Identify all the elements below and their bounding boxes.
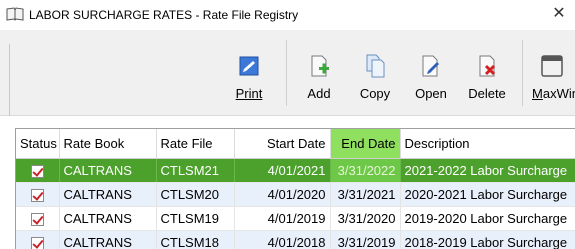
column-header-rate-file[interactable]: Rate File (156, 129, 235, 159)
toolbar-separator (286, 40, 287, 106)
rate-file-cell: CTLSM19 (156, 206, 235, 231)
column-header-status[interactable]: Status (16, 129, 60, 159)
status-checkbox[interactable] (30, 212, 44, 226)
print-button[interactable]: Print (226, 48, 272, 106)
rate-file-cell: CTLSM20 (156, 182, 235, 207)
table-row[interactable]: CALTRANS CTLSM19 4/01/2019 3/31/2020 201… (16, 206, 575, 231)
rate-book-cell: CALTRANS (59, 230, 157, 249)
table-row[interactable]: CALTRANS CTLSM20 4/01/2020 3/31/2021 202… (16, 182, 575, 207)
column-header-description[interactable]: Description (400, 129, 575, 159)
title-bar: LABOR SURCHARGE RATES - Rate File Regist… (0, 0, 575, 30)
description-cell: 2019-2020 Labor Surcharge (400, 206, 575, 231)
status-checkbox[interactable] (30, 188, 44, 202)
toolbar-left-border (9, 44, 10, 116)
start-date-cell: 4/01/2018 (234, 230, 331, 249)
copy-documents-icon (366, 54, 385, 78)
description-cell: 2020-2021 Labor Surcharge (400, 182, 575, 207)
end-date-cell: 3/31/2021 (330, 182, 401, 207)
rate-file-table: Status Rate Book Rate File Start Date En… (16, 129, 575, 249)
column-header-end-date[interactable]: End Date (330, 129, 401, 159)
print-label: Print (226, 86, 272, 101)
maxwin-label-rest: axWin (542, 86, 575, 101)
description-cell: 2018-2019 Labor Surcharge (400, 230, 575, 249)
start-date-cell: 4/01/2020 (234, 182, 331, 207)
status-cell[interactable] (16, 182, 60, 207)
column-header-rate-book[interactable]: Rate Book (59, 129, 157, 159)
status-checkbox[interactable] (30, 236, 44, 249)
delete-button[interactable]: Delete (464, 48, 510, 106)
print-icon (239, 56, 259, 76)
rate-book-cell: CALTRANS (59, 206, 157, 231)
toolbar-separator (522, 40, 523, 106)
start-date-cell: 4/01/2019 (234, 206, 331, 231)
maximize-window-icon (540, 55, 563, 77)
description-cell: 2021-2022 Labor Surcharge (400, 158, 575, 183)
rate-file-cell: CTLSM21 (156, 158, 235, 183)
add-button[interactable]: Add (296, 48, 342, 106)
rate-book-cell: CALTRANS (59, 182, 157, 207)
add-label: Add (307, 86, 331, 101)
window-title: LABOR SURCHARGE RATES - Rate File Regist… (29, 8, 299, 22)
end-date-cell: 3/31/2020 (330, 206, 401, 231)
open-document-icon (422, 55, 439, 77)
book-icon (6, 7, 24, 21)
start-date-cell: 4/01/2021 (234, 158, 331, 183)
close-button[interactable]: ✕ (548, 4, 570, 26)
end-date-cell: 3/31/2022 (330, 158, 401, 183)
status-cell[interactable] (16, 206, 60, 231)
status-checkbox[interactable] (30, 164, 44, 178)
table-header-row: Status Rate Book Rate File Start Date En… (16, 129, 575, 159)
rate-book-cell: CALTRANS (59, 158, 157, 183)
end-date-cell: 3/31/2019 (330, 230, 401, 249)
table-row[interactable]: CALTRANS CTLSM18 4/01/2018 3/31/2019 201… (16, 230, 575, 249)
copy-label: Copy (359, 86, 391, 101)
maxwin-label: MaxWin (532, 86, 575, 101)
rate-file-grid: Status Rate Book Rate File Start Date En… (15, 128, 575, 249)
delete-label: Delete (468, 86, 506, 101)
column-header-start-date[interactable]: Start Date (234, 129, 331, 159)
rate-file-cell: CTLSM18 (156, 230, 235, 249)
open-button[interactable]: Open (408, 48, 454, 106)
print-label-text: Print (235, 86, 263, 101)
copy-button[interactable]: Copy (352, 48, 398, 106)
status-cell[interactable] (16, 230, 60, 249)
open-label: Open (415, 86, 447, 101)
table-row[interactable]: CALTRANS CTLSM21 4/01/2021 3/31/2022 202… (16, 158, 575, 183)
add-document-icon (311, 55, 329, 77)
toolbar: Print Add Copy Open Delete MaxWi (0, 30, 575, 116)
maxwin-button[interactable]: MaxWin (528, 48, 575, 106)
status-cell[interactable] (16, 158, 60, 183)
maxwin-label-initial: M (532, 86, 543, 101)
delete-document-icon (479, 55, 496, 77)
